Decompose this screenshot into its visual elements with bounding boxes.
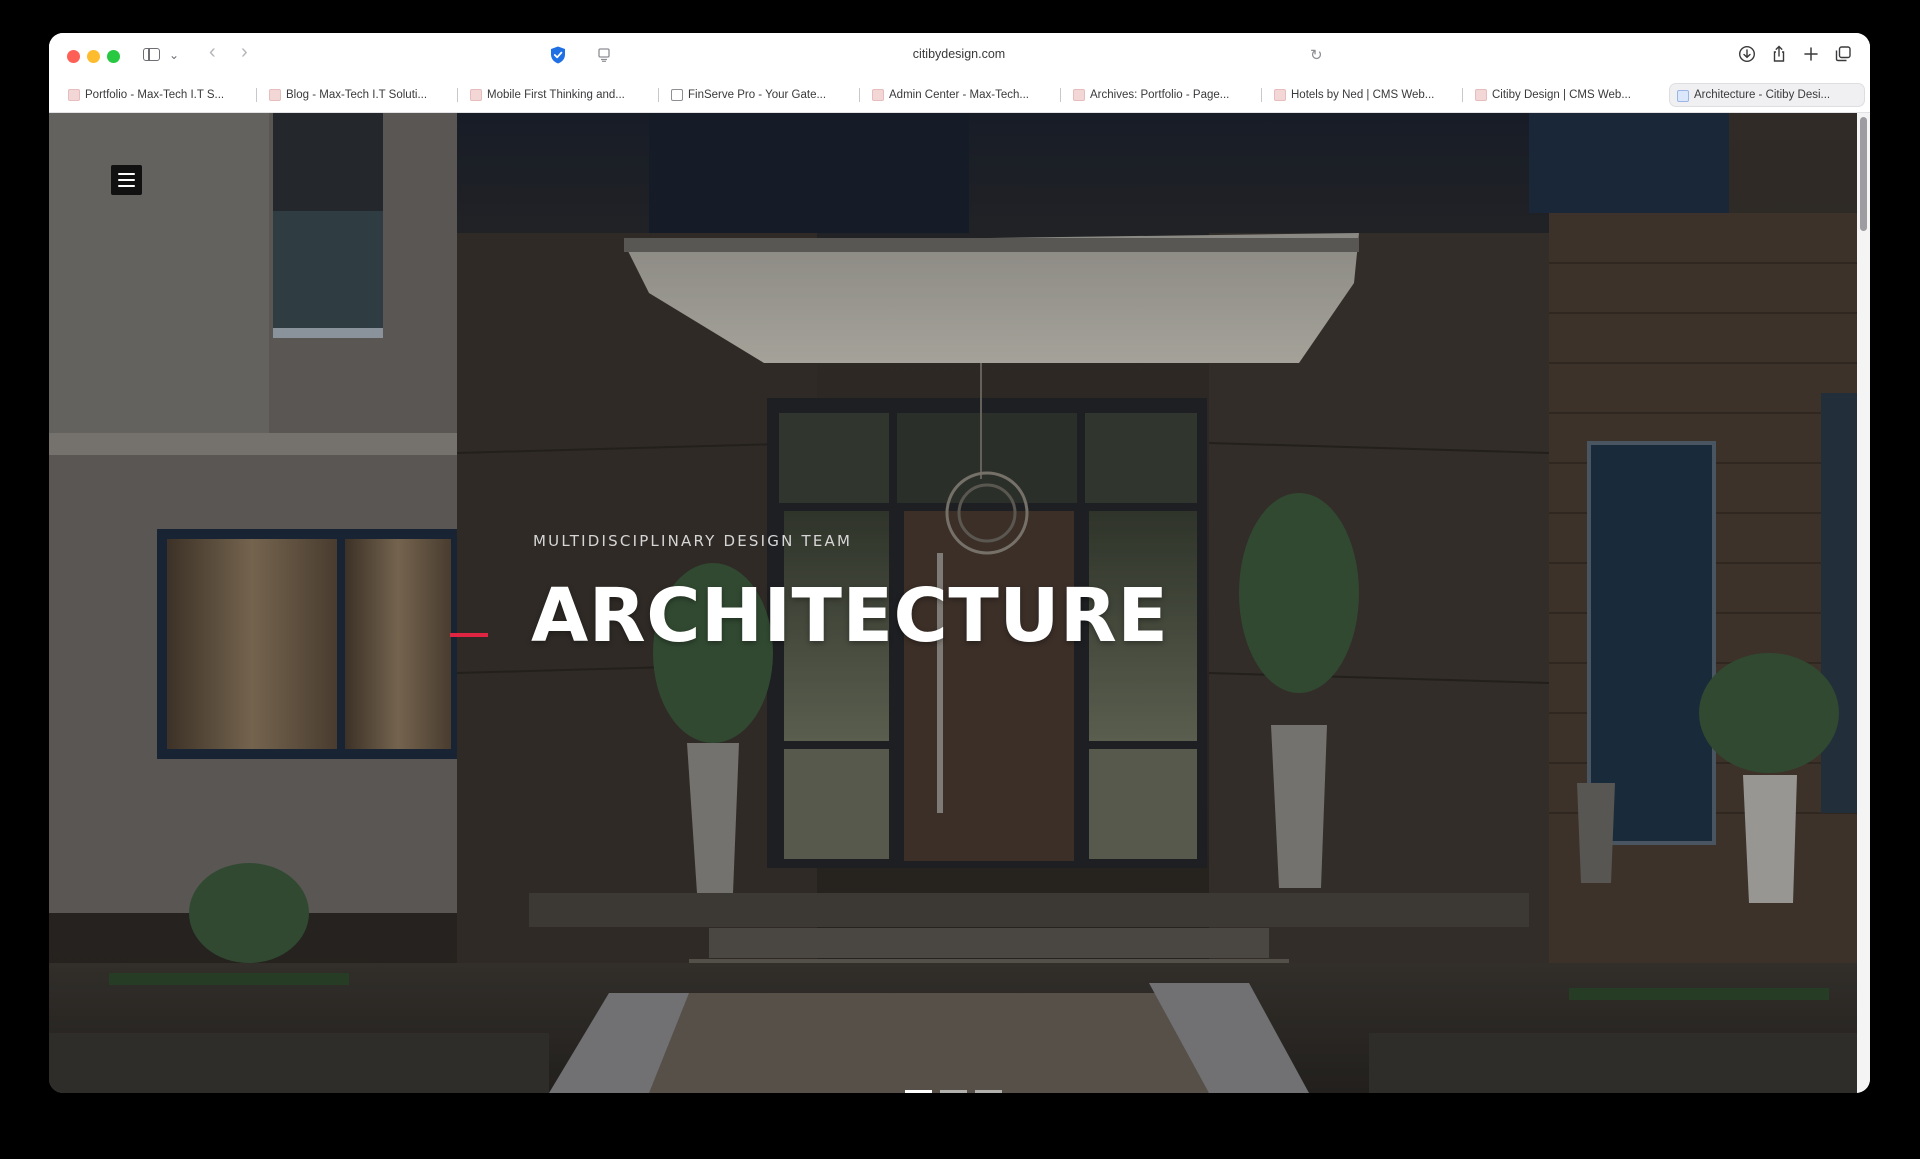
address-bar[interactable]: citibydesign.com <box>549 47 1369 61</box>
tab-label: Architecture - Citiby Desi... <box>1694 89 1831 101</box>
download-icon[interactable] <box>1737 45 1757 65</box>
close-window-button[interactable] <box>67 50 80 63</box>
tab-archives-portfolio[interactable]: Archives: Portfolio - Page... <box>1066 83 1262 107</box>
tab-label: Mobile First Thinking and... <box>487 89 625 101</box>
slide-indicator-2[interactable] <box>940 1090 967 1093</box>
slide-indicator-3[interactable] <box>975 1090 1002 1093</box>
accent-dash <box>450 633 488 637</box>
chevron-down-icon[interactable]: ⌄ <box>169 46 179 64</box>
hero-title: ARCHITECTURE <box>531 573 1169 659</box>
minimize-window-button[interactable] <box>87 50 100 63</box>
tab-blog-maxtech[interactable]: Blog - Max-Tech I.T Soluti... <box>262 83 458 107</box>
web-page: MULTIDISCIPLINARY DESIGN TEAM ARCHITECTU… <box>49 113 1857 1093</box>
maxtech-favicon-icon <box>1274 89 1286 101</box>
maxtech-favicon-icon <box>269 89 281 101</box>
tab-label: FinServe Pro - Your Gate... <box>688 89 827 101</box>
citiby-favicon-icon <box>1677 90 1689 102</box>
back-arrow-icon[interactable]: ‹ <box>209 42 216 62</box>
page-scrollbar[interactable] <box>1857 113 1870 1093</box>
scrollbar-thumb[interactable] <box>1860 117 1867 231</box>
sidebar-toggle-icon[interactable] <box>143 48 160 61</box>
hamburger-icon[interactable] <box>111 165 142 195</box>
tabs-icon[interactable] <box>1833 45 1853 65</box>
browser-toolbar: ⌄ ‹ › citibydesign.com ↻ <box>49 33 1870 78</box>
tab-label: Admin Center - Max-Tech... <box>889 89 1029 101</box>
tab-label: Archives: Portfolio - Page... <box>1090 89 1230 101</box>
tab-finserve-pro[interactable]: FinServe Pro - Your Gate... <box>664 83 860 107</box>
maxtech-favicon-icon <box>68 89 80 101</box>
browser-window: ⌄ ‹ › citibydesign.com ↻ Portfolio - Max… <box>49 33 1870 1093</box>
zoom-window-button[interactable] <box>107 50 120 63</box>
maxtech-favicon-icon <box>872 89 884 101</box>
tab-admin-center[interactable]: Admin Center - Max-Tech... <box>865 83 1061 107</box>
tab-label: Hotels by Ned | CMS Web... <box>1291 89 1435 101</box>
plus-icon[interactable] <box>1801 45 1821 65</box>
tab-label: Blog - Max-Tech I.T Soluti... <box>286 89 428 101</box>
hero-eyebrow: MULTIDISCIPLINARY DESIGN TEAM <box>533 532 853 550</box>
reload-icon[interactable]: ↻ <box>1310 46 1323 64</box>
share-icon[interactable] <box>1769 45 1789 65</box>
maxtech-favicon-icon <box>1073 89 1085 101</box>
tab-label: Citiby Design | CMS Web... <box>1492 89 1631 101</box>
tab-hotels-by-ned[interactable]: Hotels by Ned | CMS Web... <box>1267 83 1463 107</box>
tab-citiby-design-cms[interactable]: Citiby Design | CMS Web... <box>1468 83 1664 107</box>
slider-pagination <box>905 1090 1002 1093</box>
forward-arrow-icon[interactable]: › <box>241 42 248 62</box>
slide-indicator-1[interactable] <box>905 1090 932 1093</box>
tab-strip: Portfolio - Max-Tech I.T S... Blog - Max… <box>49 78 1870 113</box>
maxtech-favicon-icon <box>470 89 482 101</box>
tab-portfolio-maxtech[interactable]: Portfolio - Max-Tech I.T S... <box>61 83 257 107</box>
document-favicon-icon <box>671 89 683 101</box>
tab-mobile-first[interactable]: Mobile First Thinking and... <box>463 83 659 107</box>
maxtech-favicon-icon <box>1475 89 1487 101</box>
tab-architecture-citiby[interactable]: Architecture - Citiby Desi... <box>1669 83 1865 107</box>
tab-label: Portfolio - Max-Tech I.T S... <box>85 89 225 101</box>
